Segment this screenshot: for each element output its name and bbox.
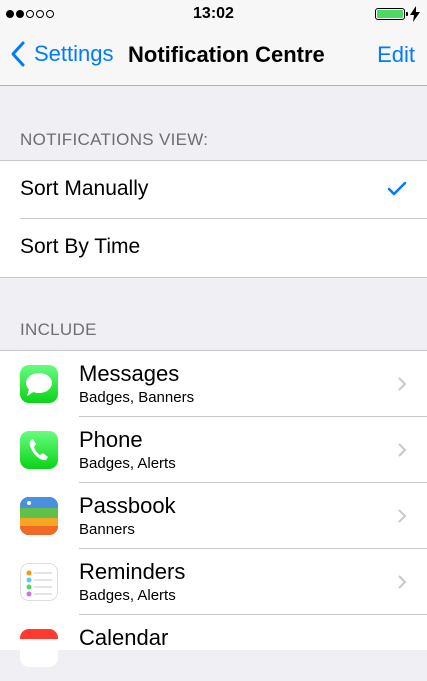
edit-button[interactable]: Edit (377, 42, 415, 68)
passbook-icon (20, 497, 58, 535)
app-name: Passbook (79, 493, 176, 518)
calendar-icon (20, 629, 58, 667)
app-subtitle: Badges, Alerts (79, 587, 176, 604)
app-subtitle: Banners (79, 521, 135, 538)
app-name: Phone (79, 427, 143, 452)
app-name: Messages (79, 361, 180, 386)
notifications-view-group: Sort Manually Sort By Time (0, 160, 427, 278)
app-name: Reminders (79, 559, 186, 584)
status-time: 13:02 (193, 5, 234, 22)
list-item-phone[interactable]: Phone Badges, Alerts (0, 417, 427, 483)
messages-icon (20, 365, 58, 403)
include-group: Messages Badges, Banners Phone Badges, A… (0, 350, 427, 667)
option-label: Sort Manually (20, 177, 149, 200)
option-label: Sort By Time (20, 235, 141, 258)
list-item-passbook[interactable]: Passbook Banners (0, 483, 427, 549)
chevron-right-icon (398, 443, 407, 457)
navigation-bar: Settings Notification Centre Edit (0, 28, 427, 86)
reminders-icon (20, 563, 58, 601)
app-name: Calendar (79, 625, 169, 650)
chevron-left-icon (11, 41, 25, 67)
battery-icon (375, 8, 408, 20)
back-button[interactable]: Settings (10, 40, 114, 68)
list-item-messages[interactable]: Messages Badges, Banners (0, 351, 427, 417)
option-sort-manually[interactable]: Sort Manually (0, 161, 427, 219)
phone-icon (20, 431, 58, 469)
checkmark-icon (387, 181, 407, 196)
charging-icon (410, 6, 420, 22)
page-title: Notification Centre (128, 42, 325, 67)
list-item-calendar[interactable]: Calendar (0, 615, 427, 681)
chevron-right-icon (398, 575, 407, 589)
chevron-right-icon (398, 509, 407, 523)
chevron-right-icon (398, 377, 407, 391)
app-subtitle: Badges, Alerts (79, 455, 176, 472)
list-item-reminders[interactable]: Reminders Badges, Alerts (0, 549, 427, 615)
section-header-notifications-view: NOTIFICATIONS VIEW: (20, 130, 209, 149)
option-sort-by-time[interactable]: Sort By Time (0, 219, 427, 277)
app-subtitle: Badges, Banners (79, 389, 195, 406)
status-bar: 13:02 (0, 0, 427, 28)
section-header-include: INCLUDE (20, 320, 97, 339)
back-button-label: Settings (34, 41, 114, 66)
